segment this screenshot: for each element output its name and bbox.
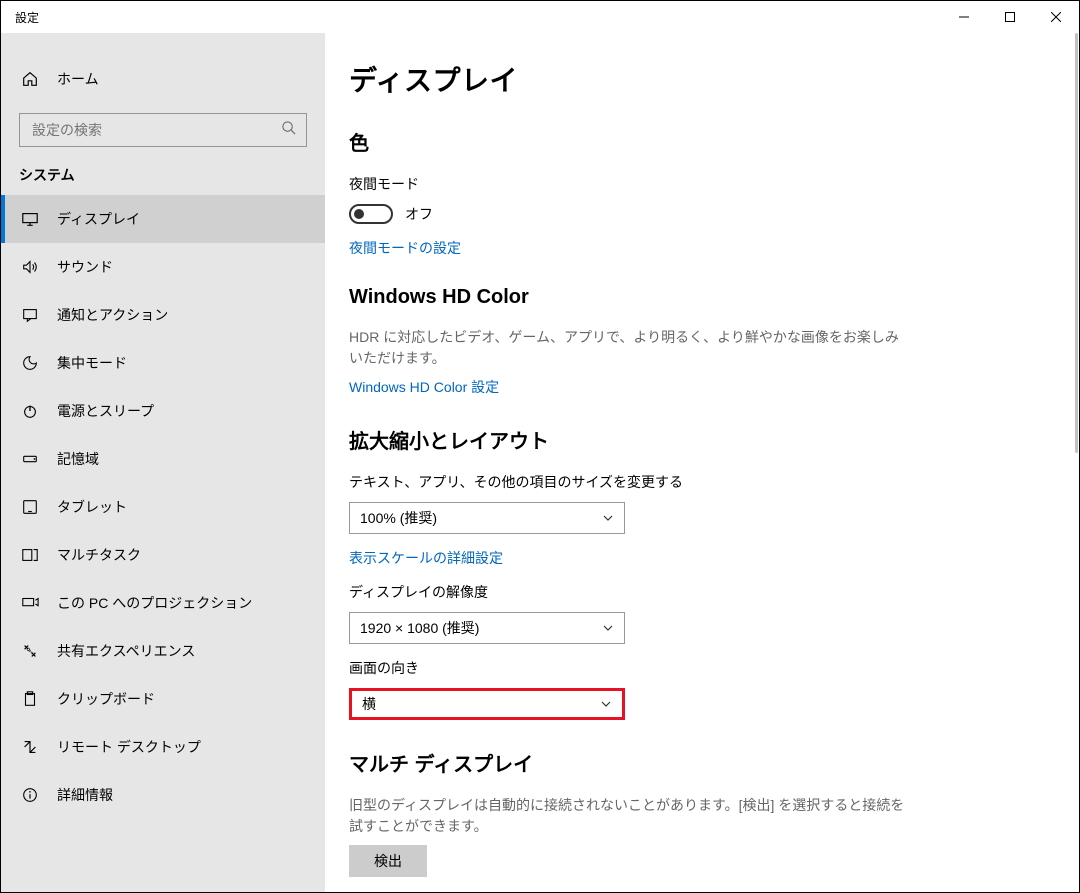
sidebar-item-label: この PC へのプロジェクション	[57, 593, 252, 613]
search-icon	[281, 120, 296, 140]
hdcolor-desc: HDR に対応したビデオ、ゲーム、アプリで、より明るく、より鮮やかな画像をお楽し…	[349, 327, 909, 369]
body: ホーム システム ディスプレイ サウンド	[1, 33, 1079, 892]
sidebar-item-power[interactable]: 電源とスリープ	[1, 387, 325, 435]
sidebar-item-notifications[interactable]: 通知とアクション	[1, 291, 325, 339]
sidebar-item-label: 電源とスリープ	[57, 401, 154, 421]
night-mode-state: オフ	[405, 204, 433, 224]
maximize-icon	[1005, 12, 1015, 22]
sidebar-item-projection[interactable]: この PC へのプロジェクション	[1, 579, 325, 627]
chevron-down-icon	[602, 512, 614, 524]
home-label: ホーム	[57, 69, 99, 89]
sidebar-item-storage[interactable]: 記憶域	[1, 435, 325, 483]
page-title: ディスプレイ	[349, 59, 1071, 99]
scale-advanced-link[interactable]: 表示スケールの詳細設定	[349, 548, 503, 568]
sidebar-item-label: サウンド	[57, 257, 113, 277]
window-title: 設定	[1, 9, 39, 26]
sidebar: ホーム システム ディスプレイ サウンド	[1, 33, 325, 892]
sidebar-item-label: マルチタスク	[57, 545, 141, 565]
power-icon	[21, 402, 39, 420]
search-wrap	[1, 103, 325, 165]
titlebar: 設定	[1, 1, 1079, 33]
projection-icon	[21, 594, 39, 612]
section-multi-heading: マルチ ディスプレイ	[349, 748, 1071, 777]
storage-icon	[21, 450, 39, 468]
home-button[interactable]: ホーム	[1, 55, 325, 103]
night-mode-toggle[interactable]	[349, 204, 393, 224]
sidebar-item-sound[interactable]: サウンド	[1, 243, 325, 291]
search-box[interactable]	[19, 113, 307, 147]
section-color-heading: 色	[349, 127, 1071, 156]
detect-button-label: 検出	[374, 851, 402, 871]
content-wrap: ディスプレイ 色 夜間モード オフ 夜間モードの設定 Windows HD Co…	[325, 33, 1079, 892]
sidebar-item-clipboard[interactable]: クリップボード	[1, 675, 325, 723]
sidebar-item-display[interactable]: ディスプレイ	[1, 195, 325, 243]
sidebar-item-label: ディスプレイ	[57, 209, 140, 229]
clipboard-icon	[21, 690, 39, 708]
info-icon	[21, 786, 39, 804]
orientation-label: 画面の向き	[349, 658, 1071, 678]
sidebar-item-focus[interactable]: 集中モード	[1, 339, 325, 387]
sidebar-item-label: 通知とアクション	[57, 305, 168, 325]
maximize-button[interactable]	[987, 1, 1033, 33]
minimize-icon	[959, 12, 969, 22]
sidebar-item-shared[interactable]: 共有エクスペリエンス	[1, 627, 325, 675]
sidebar-item-multitask[interactable]: マルチタスク	[1, 531, 325, 579]
sidebar-item-label: リモート デスクトップ	[57, 737, 201, 757]
section-scale-heading: 拡大縮小とレイアウト	[349, 425, 1071, 454]
hdcolor-settings-link[interactable]: Windows HD Color 設定	[349, 377, 499, 397]
close-button[interactable]	[1033, 1, 1079, 33]
resolution-value: 1920 × 1080 (推奨)	[360, 618, 479, 638]
sidebar-category: システム	[1, 165, 325, 195]
notification-icon	[21, 306, 39, 324]
orientation-value: 横	[362, 694, 376, 714]
focus-icon	[21, 354, 39, 372]
sidebar-item-label: 記憶域	[57, 449, 99, 469]
sidebar-item-label: クリップボード	[57, 689, 155, 709]
sidebar-item-remote[interactable]: リモート デスクトップ	[1, 723, 325, 771]
scrollbar-thumb[interactable]	[1075, 33, 1078, 453]
window-controls	[941, 1, 1079, 33]
sidebar-item-about[interactable]: 詳細情報	[1, 771, 325, 819]
orientation-dropdown[interactable]: 横	[349, 688, 625, 720]
multi-desc: 旧型のディスプレイは自動的に接続されないことがあります。[検出] を選択すると接…	[349, 795, 909, 837]
night-mode-settings-link[interactable]: 夜間モードの設定	[349, 238, 461, 258]
section-hdcolor-heading: Windows HD Color	[349, 286, 1071, 309]
sidebar-item-label: 共有エクスペリエンス	[57, 641, 195, 661]
remote-icon	[21, 738, 39, 756]
shared-icon	[21, 642, 39, 660]
night-mode-toggle-row: オフ	[349, 204, 1071, 224]
chevron-down-icon	[602, 622, 614, 634]
sidebar-nav: ディスプレイ サウンド 通知とアクション 集中モード 電源とスリープ	[1, 195, 325, 819]
home-icon	[21, 70, 39, 88]
text-size-value: 100% (推奨)	[360, 508, 437, 528]
settings-window: 設定 ホーム	[0, 0, 1080, 893]
scrollbar[interactable]	[1071, 33, 1079, 892]
text-size-dropdown[interactable]: 100% (推奨)	[349, 502, 625, 534]
minimize-button[interactable]	[941, 1, 987, 33]
detect-button[interactable]: 検出	[349, 845, 427, 877]
sidebar-item-label: 集中モード	[57, 353, 127, 373]
chevron-down-icon	[600, 698, 612, 710]
tablet-icon	[21, 498, 39, 516]
resolution-dropdown[interactable]: 1920 × 1080 (推奨)	[349, 612, 625, 644]
content: ディスプレイ 色 夜間モード オフ 夜間モードの設定 Windows HD Co…	[325, 33, 1071, 892]
resolution-label: ディスプレイの解像度	[349, 582, 1071, 602]
display-icon	[21, 210, 39, 228]
search-input[interactable]	[32, 122, 272, 138]
sound-icon	[21, 258, 39, 276]
sidebar-item-label: 詳細情報	[57, 785, 113, 805]
sidebar-item-label: タブレット	[57, 497, 127, 517]
close-icon	[1051, 12, 1061, 22]
night-mode-label: 夜間モード	[349, 174, 1071, 194]
text-size-label: テキスト、アプリ、その他の項目のサイズを変更する	[349, 472, 1071, 492]
multitask-icon	[21, 546, 39, 564]
sidebar-item-tablet[interactable]: タブレット	[1, 483, 325, 531]
